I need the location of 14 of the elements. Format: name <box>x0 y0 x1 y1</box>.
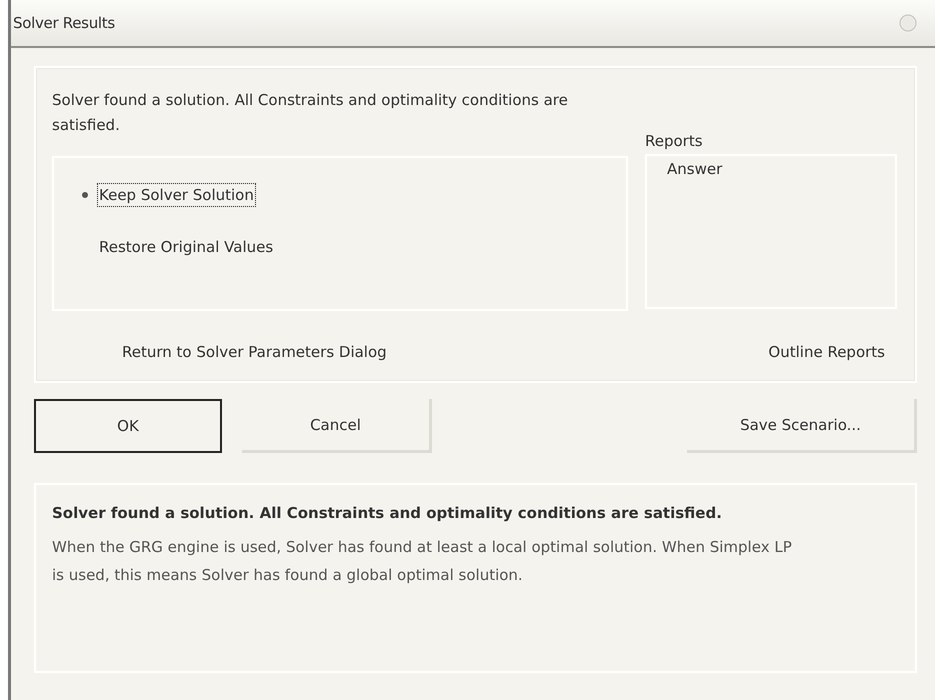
reports-list[interactable]: Answer <box>645 154 897 309</box>
result-message: Solver found a solution. All Constraints and optimality conditions are satisfied. <box>52 90 569 136</box>
dialog-button[interactable]: OK <box>34 399 222 453</box>
description-title: Solver found a solution. All Constraints and optimality conditions are satisfied. <box>52 503 723 524</box>
return-checkbox[interactable]: Return to Solver Parameters Dialog <box>104 343 387 361</box>
report-item[interactable]: Answer <box>667 160 722 178</box>
dialog-button[interactable]: Save Scenario... <box>687 399 917 453</box>
reports-label: Reports <box>645 132 704 152</box>
window-title: Solver Results <box>13 14 115 32</box>
description-text: When the GRG engine is used, Solver has found at least a local optimal solution. When Simplex LP is used, this means Solver has found a global optimal solution. <box>52 537 793 586</box>
dialog-button[interactable]: Cancel <box>242 399 432 453</box>
radio-option[interactable]: Keep Solver Solution <box>82 184 255 206</box>
outline-checkbox[interactable]: Outline Reports <box>750 343 885 361</box>
radio-option[interactable]: Restore Original Values <box>82 236 274 258</box>
